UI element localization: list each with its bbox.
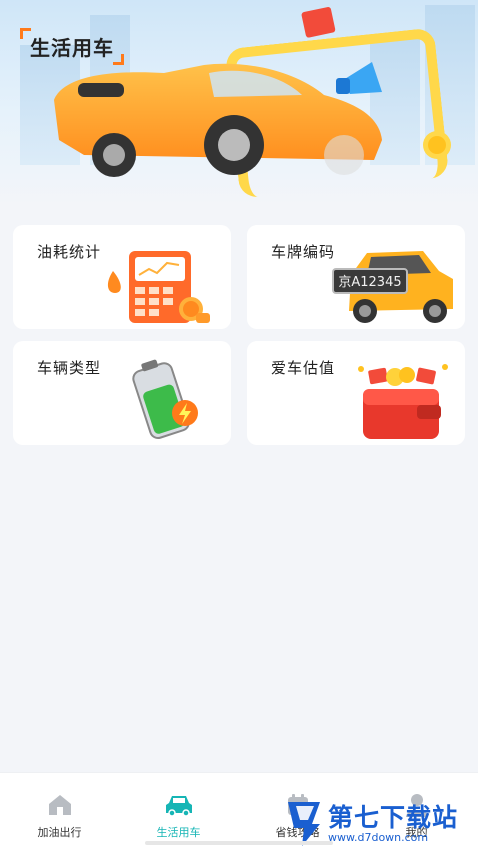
card-vehicle-type[interactable]: 车辆类型 (13, 341, 231, 445)
megaphone-icon (336, 62, 382, 94)
red-envelope-decoration (301, 6, 336, 38)
card-label: 油耗统计 (37, 243, 102, 261)
card-license-plate[interactable]: 车牌编码 京A12345 (247, 225, 465, 329)
card-car-valuation[interactable]: 爱车估值 (247, 341, 465, 445)
card-label: 车辆类型 (37, 359, 102, 377)
tab-fuel-travel[interactable]: 加油出行 (0, 773, 119, 850)
nav-label: 加油出行 (37, 826, 82, 839)
home-indicator (145, 841, 333, 845)
home-icon (48, 795, 71, 815)
hero-banner: 生活用车 (0, 0, 478, 205)
battery-charging-icon (132, 359, 198, 440)
calculator-icon (107, 251, 210, 323)
nav-label: 生活用车 (156, 826, 201, 839)
card-fuel-consumption[interactable]: 油耗统计 (13, 225, 231, 329)
coin-icon (423, 131, 451, 159)
card-label: 车牌编码 (271, 243, 336, 261)
page-title: 生活用车 (20, 28, 124, 65)
suv-car-icon: 京A12345 (332, 251, 453, 323)
wallet-icon (358, 364, 448, 439)
plate-text: 京A12345 (338, 275, 401, 290)
watermark-url: www.d7down.com (328, 831, 429, 844)
card-label: 爱车估值 (271, 359, 336, 377)
watermark-brand: 第七下载站 (328, 803, 459, 832)
tab-life-car[interactable]: 生活用车 (119, 773, 238, 850)
car-icon (165, 796, 192, 817)
